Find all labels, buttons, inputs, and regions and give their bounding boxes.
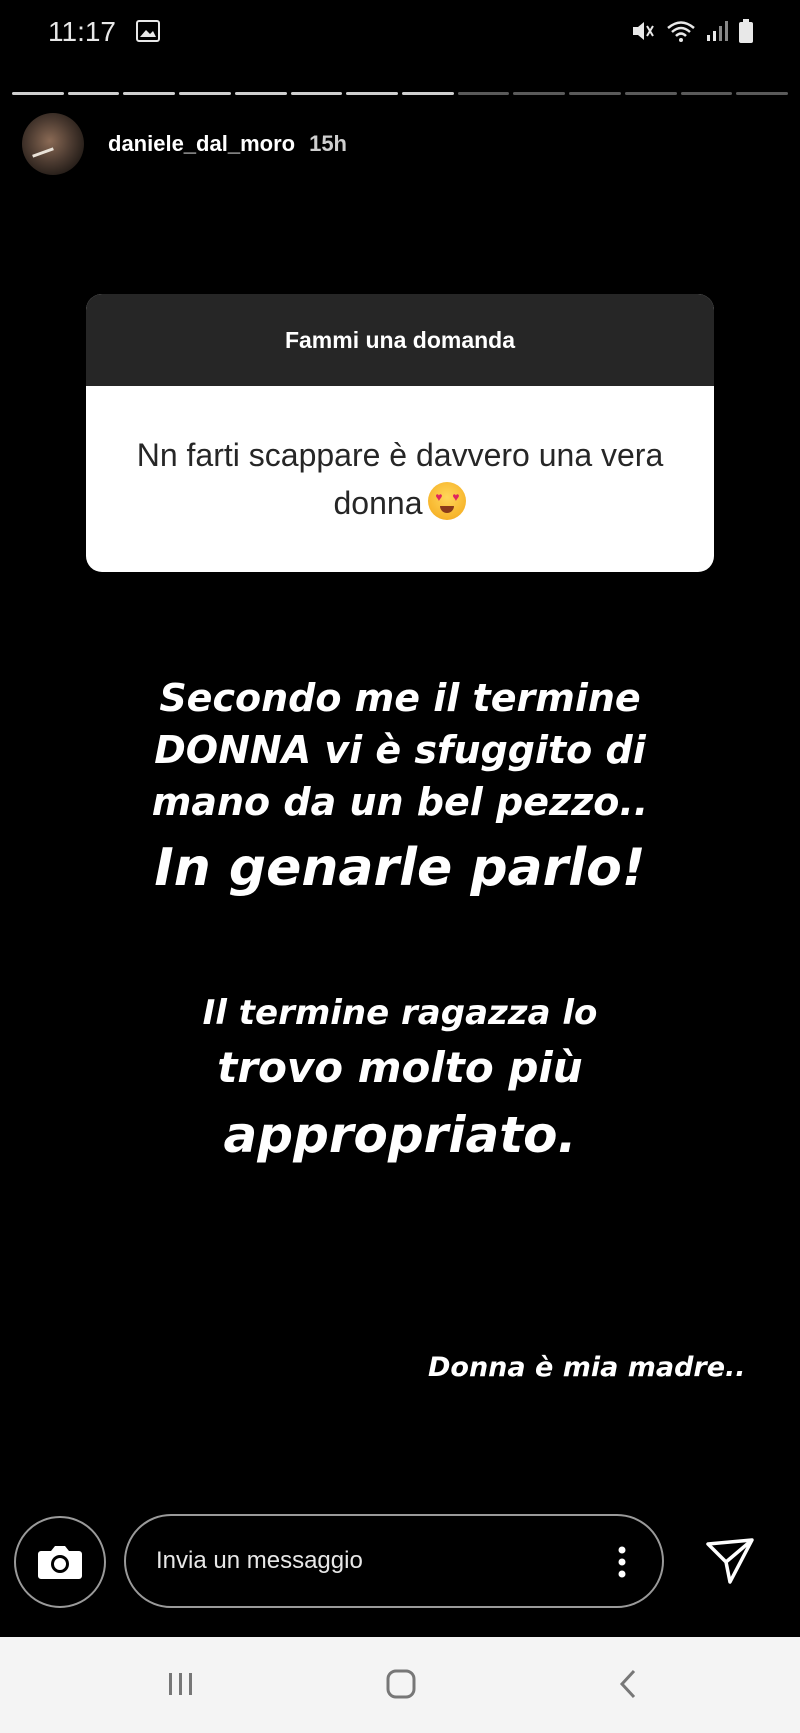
home-icon[interactable] (384, 1667, 418, 1701)
story-progress-bar (12, 92, 789, 95)
avatar[interactable] (22, 113, 84, 175)
mute-icon (633, 22, 654, 40)
story-progress-segment (179, 92, 231, 95)
message-input[interactable]: Invia un messaggio (124, 1514, 664, 1608)
status-time: 11:17 (48, 16, 116, 47)
status-bar: 11:17 (0, 0, 800, 66)
story-progress-segment (402, 92, 454, 95)
signal-icon (707, 21, 728, 41)
story-progress-segment (736, 92, 789, 95)
story-progress-segment (680, 92, 733, 95)
status-icons (630, 18, 754, 44)
story-progress-segment (67, 92, 120, 95)
send-icon[interactable] (700, 1532, 760, 1592)
story-progress-segment (12, 92, 64, 95)
story-progress-segment (346, 92, 399, 95)
camera-icon (38, 1546, 82, 1579)
story-text-line6: Donna è mia madre.. (428, 1352, 746, 1383)
recent-apps-icon[interactable] (164, 1667, 198, 1701)
question-answer-text: Nn farti scappare è davvero una vera don… (136, 437, 664, 521)
story-text-line4: trovo molto più (217, 1043, 583, 1092)
question-sticker-header: Fammi una domanda (86, 294, 714, 386)
battery-icon (739, 19, 753, 43)
story-header: daniele_dal_moro 15h (22, 112, 347, 176)
story-progress-segment (290, 92, 343, 95)
system-nav-bar (0, 1637, 800, 1733)
story-text-line2: In genarle parlo! (154, 838, 646, 898)
message-input-placeholder: Invia un messaggio (156, 1547, 363, 1574)
story-progress-segment (624, 92, 677, 95)
camera-button[interactable] (14, 1516, 106, 1608)
image-icon (136, 20, 160, 42)
wifi-icon (667, 21, 695, 42)
story-progress-segment (569, 92, 621, 95)
story-text-line1-content: Secondo me il termine DONNA vi è sfuggit… (151, 676, 649, 824)
story-age: 15h (309, 131, 347, 156)
story-text-line1: Secondo me il termine DONNA vi è sfuggit… (0, 672, 800, 828)
story-progress-segment (513, 92, 566, 95)
heart-eyes-emoji-icon: ♥ ♥ (428, 482, 467, 520)
more-options-icon[interactable] (618, 1546, 626, 1578)
username[interactable]: daniele_dal_moro (108, 131, 295, 157)
story-progress-segment (457, 92, 510, 95)
question-sticker: Fammi una domanda Nn farti scappare è da… (86, 294, 714, 572)
back-icon[interactable] (612, 1667, 646, 1701)
story-text-line3: Il termine ragazza lo (202, 993, 598, 1033)
story-progress-segment (234, 92, 287, 95)
question-sticker-answer: Nn farti scappare è davvero una vera don… (86, 386, 714, 572)
story-text-line5: appropriato. (223, 1106, 577, 1164)
story-progress-segment (123, 92, 176, 95)
